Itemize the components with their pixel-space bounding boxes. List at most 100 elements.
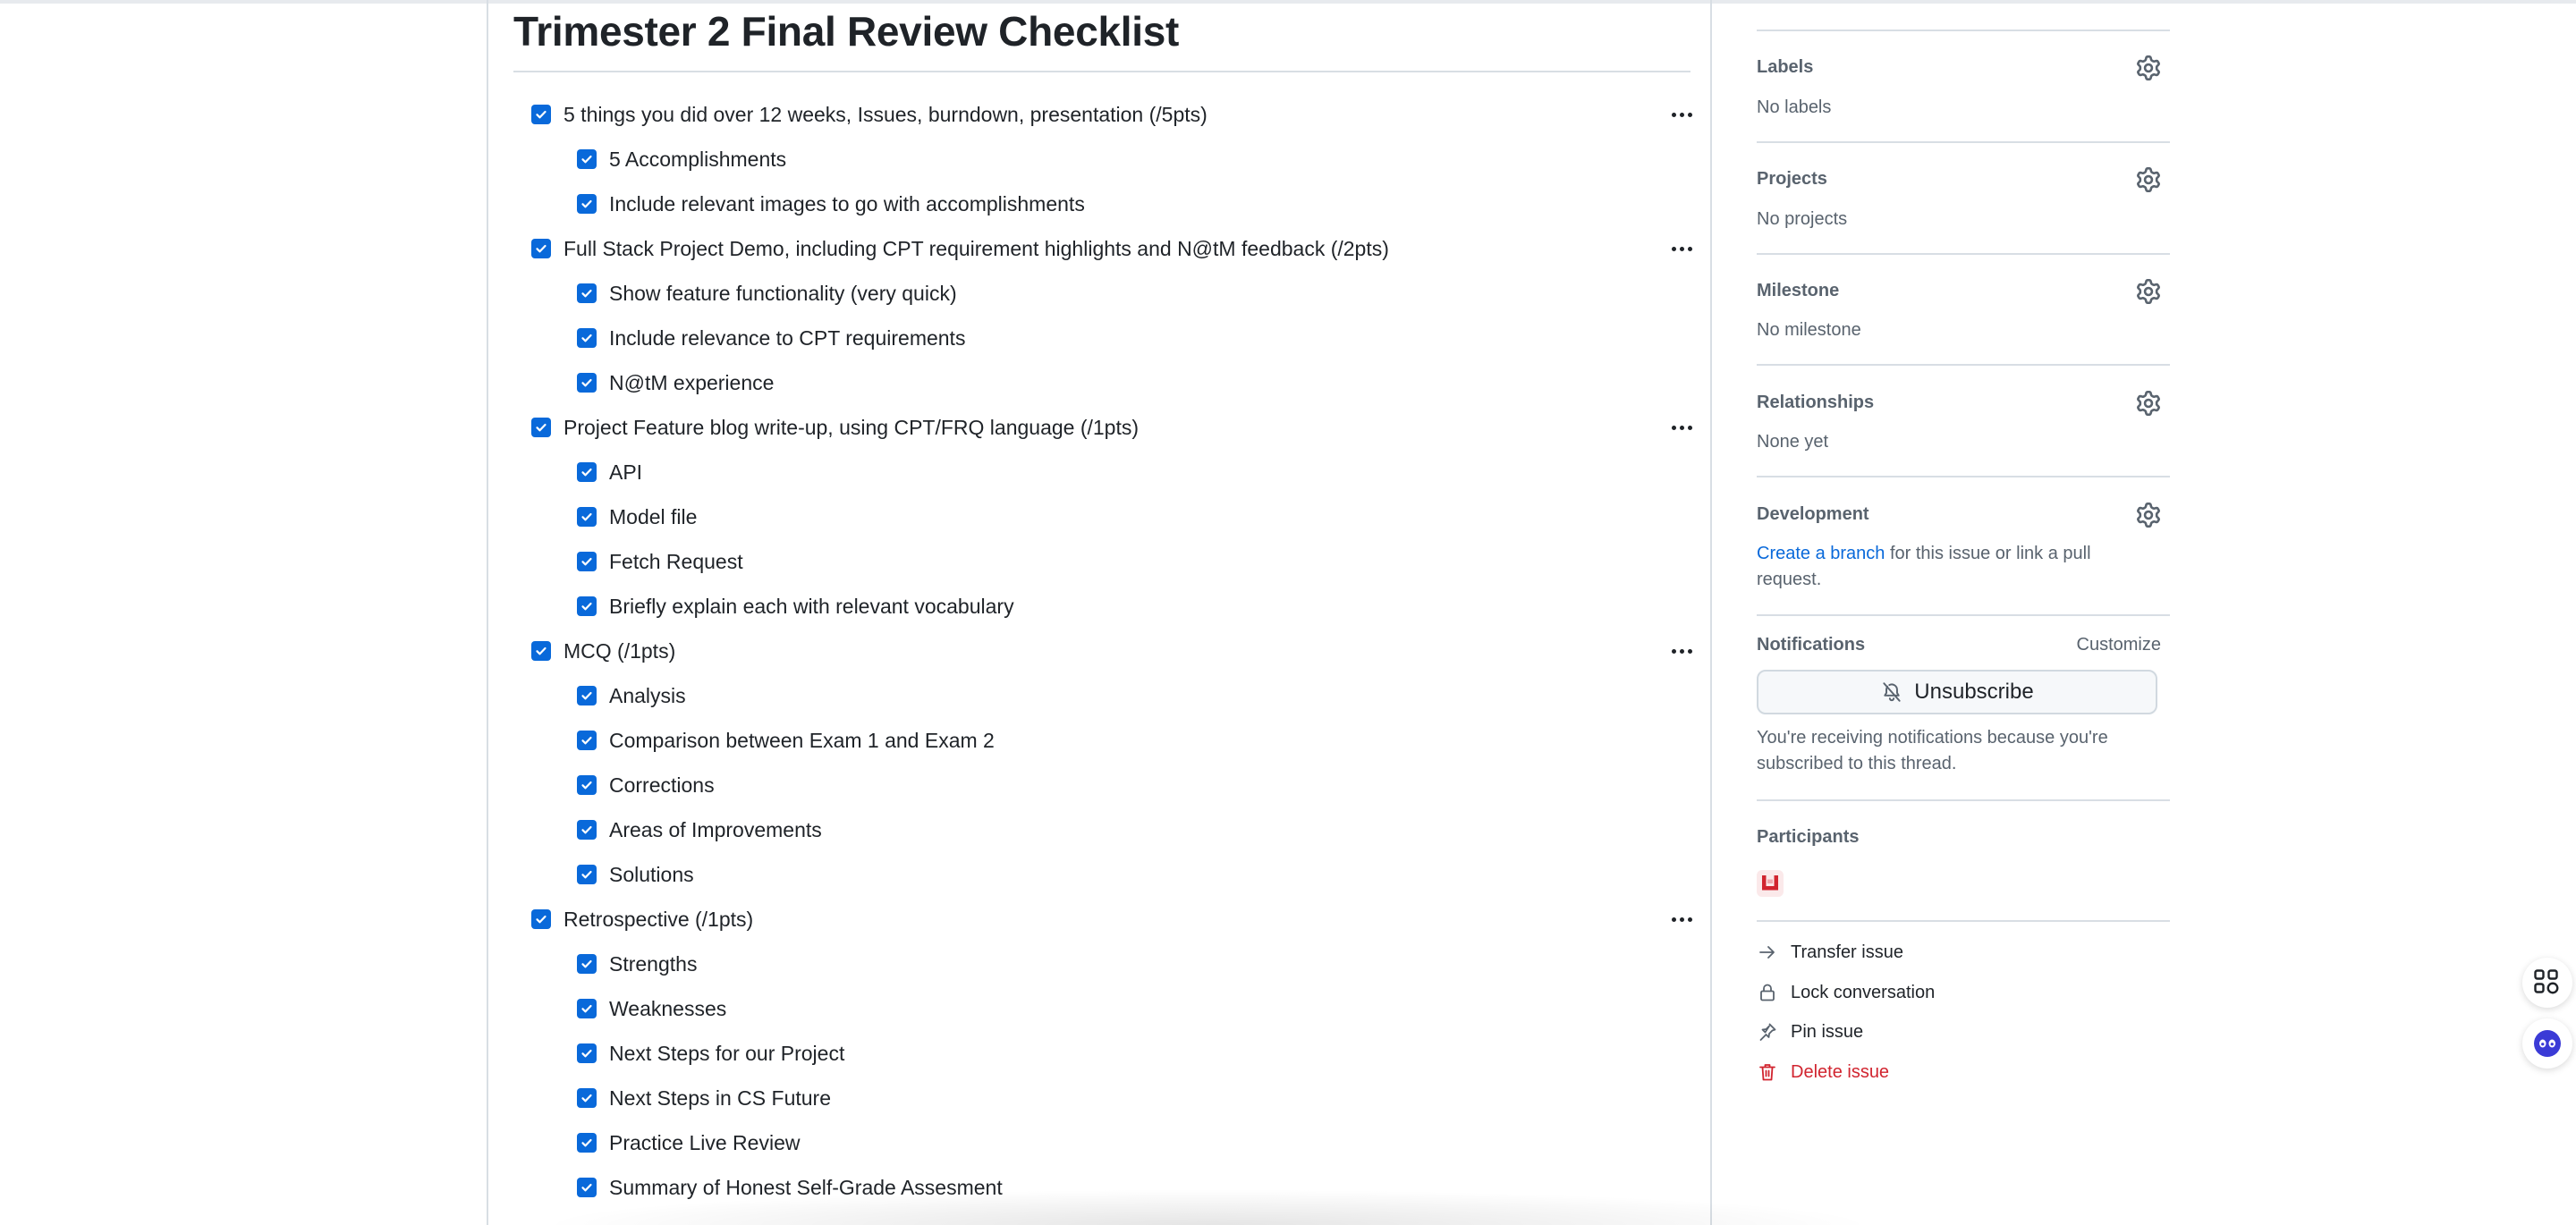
subtask-item: Comparison between Exam 1 and Exam 2: [577, 722, 995, 758]
subtask-item: Next Steps in CS Future: [577, 1080, 831, 1116]
task-label: Briefly explain each with relevant vocab…: [609, 594, 1014, 618]
task-item: Retrospective (/1pts): [531, 901, 753, 937]
development-text-1: for this issue or link a pull: [1885, 544, 2091, 563]
task-label: Solutions: [609, 862, 694, 886]
task-label: Practice Live Review: [609, 1130, 801, 1154]
subtask-item: Practice Live Review: [577, 1125, 800, 1161]
task-label: 5 Accomplishments: [609, 147, 787, 171]
scroll-shadow: [537, 1189, 1878, 1225]
copilot-icon: [2534, 1030, 2561, 1057]
task-checkbox[interactable]: [577, 1043, 597, 1063]
subtask-item: Weaknesses: [577, 991, 726, 1026]
subtask-item: 5 Accomplishments: [577, 141, 786, 177]
task-checkbox[interactable]: [531, 641, 551, 661]
task-label: Corrections: [609, 773, 715, 797]
pin-issue-action[interactable]: Pin issue: [1757, 1018, 1863, 1045]
relationships-heading: Relationships: [1757, 393, 1875, 412]
task-label: Analysis: [609, 683, 686, 707]
task-label: Comparison between Exam 1 and Exam 2: [609, 728, 995, 752]
task-item: Project Feature blog write-up, using CPT…: [531, 410, 1139, 445]
task-checkbox[interactable]: [577, 283, 597, 303]
task-checkbox[interactable]: [577, 775, 597, 795]
task-label: Next Steps in CS Future: [609, 1086, 831, 1110]
participant-avatar[interactable]: [1757, 870, 1784, 897]
lock-icon: [1757, 982, 1778, 1003]
task-checkbox[interactable]: [531, 418, 551, 437]
task-checkbox[interactable]: [577, 954, 597, 974]
task-checkbox[interactable]: [577, 1133, 597, 1153]
notifications-heading: Notifications: [1757, 635, 1866, 655]
sidebar-divider: [1757, 920, 2170, 922]
task-checkbox[interactable]: [531, 909, 551, 929]
milestone-gear-icon[interactable]: [2136, 279, 2161, 304]
task-checkbox[interactable]: [577, 999, 597, 1018]
task-checkbox[interactable]: [531, 105, 551, 124]
notification-note-2: subscribed to this thread.: [1757, 754, 1957, 773]
task-label: Fetch Request: [609, 549, 743, 573]
transfer-issue-action[interactable]: Transfer issue: [1757, 939, 1903, 966]
action-label: Transfer issue: [1791, 942, 1903, 962]
task-options-kebab-icon[interactable]: [1665, 98, 1698, 131]
task-label: Include relevance to CPT requirements: [609, 325, 966, 350]
subtask-item: Include relevance to CPT requirements: [577, 320, 965, 356]
subtask-item: Areas of Improvements: [577, 812, 822, 848]
subtask-item: Briefly explain each with relevant vocab…: [577, 588, 1014, 624]
task-options-kebab-icon[interactable]: [1665, 411, 1698, 444]
task-checkbox[interactable]: [577, 552, 597, 571]
task-options-kebab-icon[interactable]: [1665, 903, 1698, 935]
lock-conversation-action[interactable]: Lock conversation: [1757, 979, 1935, 1006]
action-label: Lock conversation: [1791, 982, 1936, 1002]
sidebar-divider: [1757, 799, 2170, 801]
task-checkbox[interactable]: [577, 462, 597, 482]
issue-body: Trimester 2 Final Review Checklist 5 thi…: [487, 0, 1712, 1225]
notification-note-1: You're receiving notifications because y…: [1757, 728, 2108, 748]
task-checkbox[interactable]: [577, 686, 597, 705]
task-checkbox[interactable]: [577, 328, 597, 348]
task-checkbox[interactable]: [577, 507, 597, 527]
task-label: N@tM experience: [609, 370, 775, 394]
task-options-kebab-icon[interactable]: [1665, 232, 1698, 265]
task-label: Strengths: [609, 951, 698, 976]
relationships-gear-icon[interactable]: [2136, 391, 2161, 416]
subtask-item: Show feature functionality (very quick): [577, 275, 957, 311]
create-branch-link[interactable]: Create a branch: [1757, 544, 1885, 563]
projects-gear-icon[interactable]: [2136, 167, 2161, 192]
subtask-item: Next Steps for our Project: [577, 1035, 844, 1071]
task-checkbox[interactable]: [577, 820, 597, 840]
issue-title: Trimester 2 Final Review Checklist: [513, 8, 1180, 55]
unsubscribe-label: Unsubscribe: [1914, 680, 2034, 704]
extension-widget[interactable]: [2522, 958, 2572, 1008]
task-label: Next Steps for our Project: [609, 1041, 845, 1065]
participants-heading: Participants: [1757, 827, 1860, 847]
task-checkbox[interactable]: [577, 373, 597, 393]
subtask-item: Fetch Request: [577, 544, 743, 579]
task-label: Weaknesses: [609, 996, 727, 1020]
task-checkbox[interactable]: [577, 865, 597, 884]
copilot-widget[interactable]: [2522, 1018, 2572, 1069]
development-gear-icon[interactable]: [2136, 503, 2161, 528]
task-options-kebab-icon[interactable]: [1665, 635, 1698, 667]
task-checkbox[interactable]: [577, 731, 597, 750]
arrow-right-icon: [1757, 942, 1778, 963]
customize-link[interactable]: Customize: [2077, 635, 2161, 655]
task-checkbox[interactable]: [577, 194, 597, 214]
task-item: MCQ (/1pts): [531, 633, 675, 669]
task-item: Full Stack Project Demo, including CPT r…: [531, 231, 1389, 266]
sidebar-divider: [1757, 141, 2170, 143]
task-checkbox[interactable]: [577, 149, 597, 169]
development-text-2: request.: [1757, 570, 1822, 589]
delete-issue-action[interactable]: Delete issue: [1757, 1059, 1889, 1086]
task-checkbox[interactable]: [577, 1088, 597, 1108]
task-item: 5 things you did over 12 weeks, Issues, …: [531, 97, 1208, 132]
development-heading: Development: [1757, 504, 1869, 524]
task-checkbox[interactable]: [577, 596, 597, 616]
trash-icon: [1757, 1061, 1778, 1083]
task-label: Include relevant images to go with accom…: [609, 191, 1085, 215]
labels-gear-icon[interactable]: [2136, 55, 2161, 80]
unsubscribe-button[interactable]: Unsubscribe: [1757, 670, 2157, 714]
subtask-item: Solutions: [577, 857, 694, 892]
projects-value: No projects: [1757, 209, 1848, 229]
task-label: MCQ (/1pts): [564, 638, 676, 663]
subtask-item: Analysis: [577, 678, 686, 714]
task-checkbox[interactable]: [531, 239, 551, 258]
